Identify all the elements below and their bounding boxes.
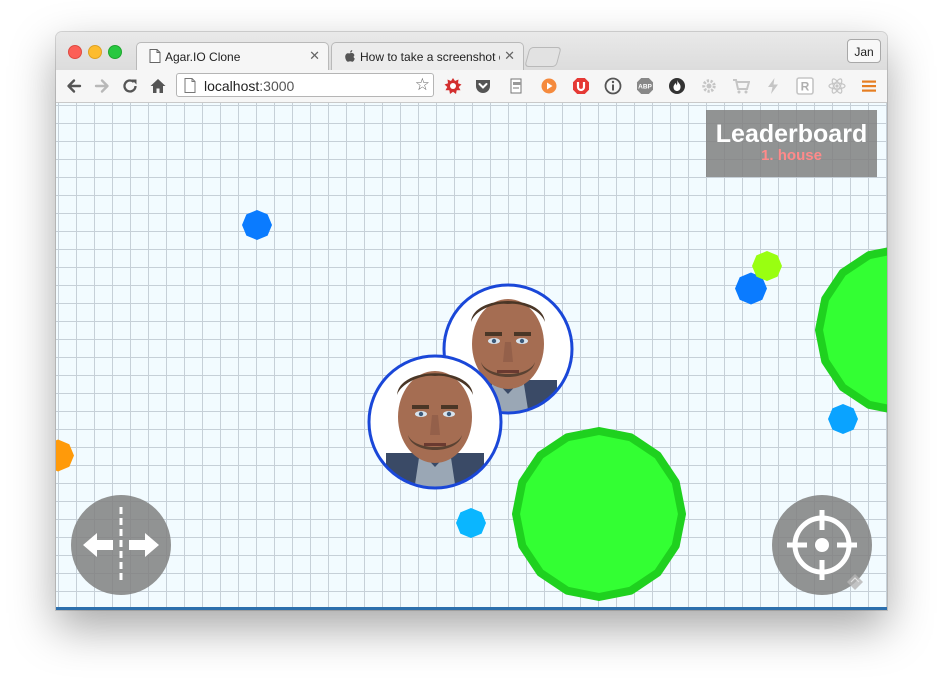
home-icon[interactable]: [148, 76, 168, 96]
new-tab-button[interactable]: [524, 47, 562, 67]
leaderboard-entry: 1. house: [761, 147, 822, 164]
url-host: localhost: [204, 78, 260, 94]
lastpass-icon[interactable]: [444, 77, 462, 95]
reload-icon[interactable]: [120, 76, 140, 96]
tab-label: How to take a screenshot o: [360, 50, 500, 64]
pocket-icon[interactable]: [474, 77, 492, 95]
svg-text:ABP: ABP: [638, 84, 652, 91]
food-pellet: [242, 210, 272, 240]
close-tab-icon[interactable]: ✕: [504, 48, 515, 64]
adblock-u-icon[interactable]: [572, 77, 590, 95]
player-cell: [367, 354, 503, 490]
abp-icon[interactable]: ABP: [636, 77, 654, 95]
tab-agario[interactable]: Agar.IO Clone ✕: [136, 42, 329, 70]
flame-icon[interactable]: [668, 77, 686, 95]
play-icon[interactable]: [540, 77, 558, 95]
maximize-window-button[interactable]: [108, 45, 122, 59]
close-window-button[interactable]: [68, 45, 82, 59]
menu-icon[interactable]: [860, 77, 878, 95]
forward-icon[interactable]: [92, 76, 112, 96]
gear-icon[interactable]: [700, 77, 718, 95]
minimize-window-button[interactable]: [88, 45, 102, 59]
food-pellet: [456, 508, 486, 538]
enemy-cell: [512, 427, 686, 601]
game-canvas[interactable]: Leaderboard 1. house: [56, 103, 887, 610]
r-icon[interactable]: R: [796, 77, 814, 95]
page-icon: [149, 49, 161, 63]
bolt-icon[interactable]: [764, 77, 782, 95]
page-icon: [184, 78, 196, 93]
back-icon[interactable]: [64, 76, 84, 96]
profile-button[interactable]: Jan: [847, 39, 881, 63]
tab-screenshot-help[interactable]: How to take a screenshot o ✕: [331, 42, 524, 70]
enemy-cell: [815, 247, 887, 413]
resize-grip-icon[interactable]: [843, 568, 867, 592]
bookmark-star-icon[interactable]: ☆: [415, 75, 430, 95]
info-icon[interactable]: [604, 77, 622, 95]
leaderboard: Leaderboard 1. house: [706, 110, 877, 177]
tab-label: Agar.IO Clone: [165, 50, 241, 64]
close-tab-icon[interactable]: ✕: [309, 48, 320, 64]
react-icon[interactable]: [828, 77, 846, 95]
split-arrows-icon: [83, 507, 159, 583]
url-port: :3000: [259, 78, 295, 94]
cart-icon[interactable]: [732, 77, 750, 95]
address-bar[interactable]: localhost:3000 ☆: [176, 73, 434, 97]
svg-text:R: R: [801, 80, 810, 94]
split-button[interactable]: [71, 495, 171, 595]
evernote-icon[interactable]: [508, 77, 526, 95]
browser-window: Agar.IO Clone ✕ How to take a screenshot…: [56, 32, 887, 610]
leaderboard-title: Leaderboard: [715, 120, 868, 148]
food-pellet: [56, 439, 74, 472]
apple-icon: [345, 50, 355, 62]
url-text[interactable]: localhost:3000: [204, 78, 294, 94]
food-pellet: [752, 251, 782, 281]
browser-toolbar: localhost:3000 ☆ ABP R: [56, 70, 887, 103]
title-bar: Agar.IO Clone ✕ How to take a screenshot…: [56, 32, 887, 70]
